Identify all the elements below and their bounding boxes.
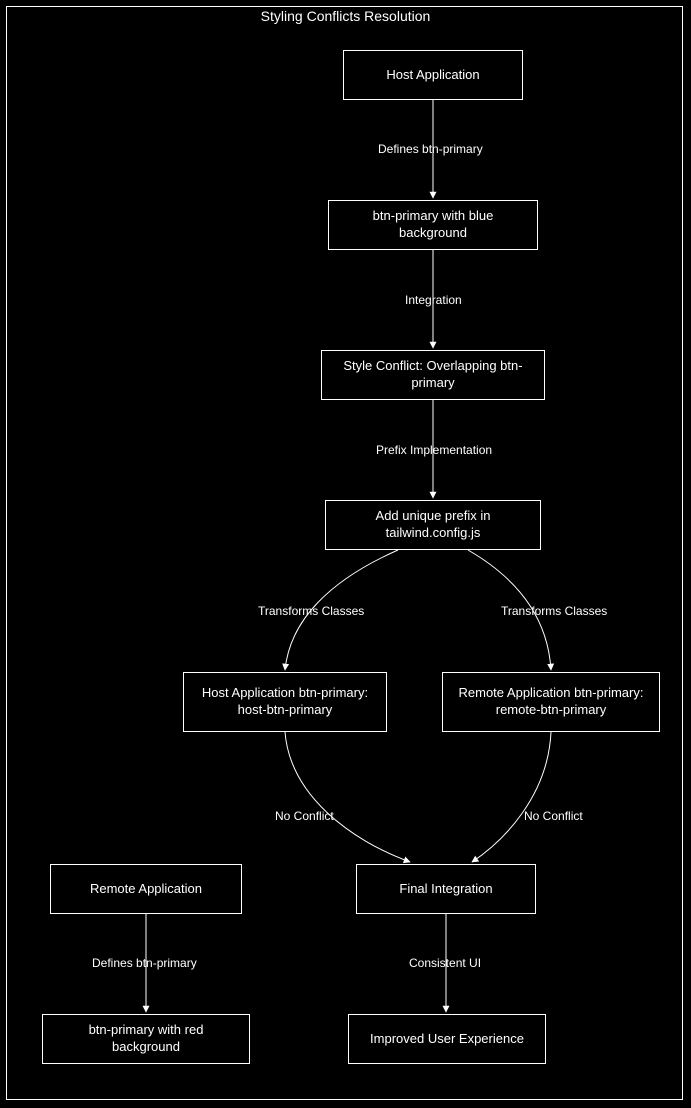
node-host-btn-primary: Host Application btn-primary: host-btn-p… [183, 672, 387, 732]
diagram-title: Styling Conflicts Resolution [0, 8, 691, 24]
node-remote-application: Remote Application [50, 864, 242, 914]
node-remote-btn-primary: Remote Application btn-primary: remote-b… [442, 672, 660, 732]
node-style-conflict: Style Conflict: Overlapping btn-primary [321, 350, 545, 400]
diagram-frame [6, 6, 683, 1100]
node-final-integration: Final Integration [356, 864, 536, 914]
node-improved-ux: Improved User Experience [348, 1014, 546, 1064]
node-btn-primary-red: btn-primary with red background [42, 1014, 250, 1064]
node-host-application: Host Application [343, 50, 523, 100]
edge-label-defines-2: Defines btn-primary [92, 956, 197, 970]
edge-label-noconflict-1: No Conflict [275, 809, 334, 823]
node-add-prefix: Add unique prefix in tailwind.config.js [325, 500, 541, 550]
edge-label-integration: Integration [405, 293, 462, 307]
node-btn-primary-blue: btn-primary with blue background [328, 200, 538, 250]
edge-label-consistent-ui: Consistent UI [409, 956, 481, 970]
edge-label-defines-1: Defines btn-primary [378, 142, 483, 156]
edge-label-transforms-1: Transforms Classes [258, 604, 364, 618]
edge-label-transforms-2: Transforms Classes [501, 604, 607, 618]
edge-label-prefix-impl: Prefix Implementation [376, 443, 492, 457]
edge-label-noconflict-2: No Conflict [524, 809, 583, 823]
